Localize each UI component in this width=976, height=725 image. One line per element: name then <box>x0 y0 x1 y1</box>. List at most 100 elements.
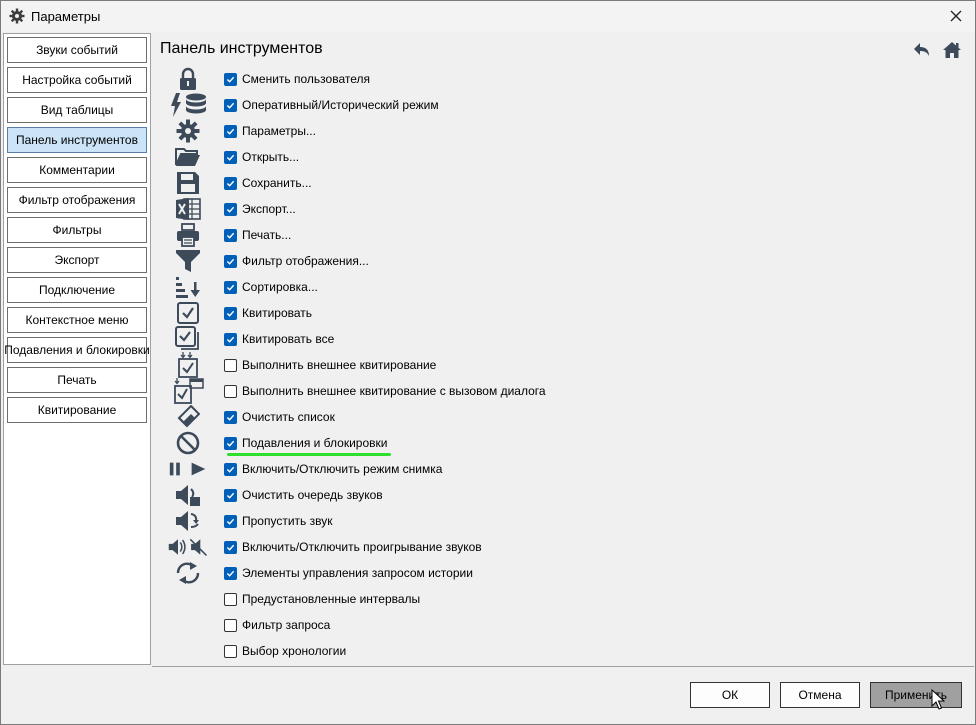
option-label: Выполнить внешнее квитирование <box>242 358 437 372</box>
back-icon[interactable] <box>912 40 932 60</box>
option-checkbox[interactable] <box>224 540 237 554</box>
option-label: Очистить список <box>242 410 335 424</box>
option-checkbox[interactable] <box>224 644 237 658</box>
toolbar-option-row[interactable]: Подавления и блокировки <box>224 433 387 453</box>
sidebar-item[interactable]: Квитирование <box>7 397 147 423</box>
toolbar-option-row[interactable]: Включить/Отключить режим снимка <box>224 459 442 479</box>
toolbar-option-row[interactable]: Выбор хронологии <box>224 641 346 661</box>
close-icon <box>950 10 962 22</box>
history-arrows-icon <box>168 561 208 585</box>
option-checkbox[interactable] <box>224 384 237 398</box>
mouse-cursor-icon <box>931 689 945 710</box>
cancel-button[interactable]: Отмена <box>780 682 860 708</box>
toolbar-option-row[interactable]: Сортировка... <box>224 277 318 297</box>
toolbar-option-row[interactable]: Экспорт... <box>224 199 296 219</box>
speaker-skip-icon <box>168 509 208 533</box>
gear-icon <box>168 119 208 143</box>
external-ack-dialog-icon <box>168 378 208 404</box>
toolbar-option-row[interactable]: Элементы управления запросом истории <box>224 563 473 583</box>
highlight-underline <box>227 453 391 456</box>
option-label: Включить/Отключить режим снимка <box>242 462 443 476</box>
option-checkbox[interactable] <box>224 618 237 632</box>
option-checkbox[interactable] <box>224 254 237 268</box>
settings-sidebar: Звуки событий Настройка событий Вид таблиц… <box>3 33 151 665</box>
toolbar-option-row[interactable]: Квитировать <box>224 303 312 323</box>
option-checkbox[interactable] <box>224 150 237 164</box>
toolbar-option-row[interactable]: Печать... <box>224 225 291 245</box>
option-checkbox[interactable] <box>224 124 237 138</box>
option-checkbox[interactable] <box>224 72 237 86</box>
close-button[interactable] <box>941 4 971 28</box>
toolbar-option-row[interactable]: Очистить список <box>224 407 335 427</box>
sidebar-item[interactable]: Панель инструментов <box>7 127 147 153</box>
option-label: Фильтр запроса <box>242 618 331 632</box>
sidebar-item[interactable]: Фильтры <box>7 217 147 243</box>
toolbar-option-row[interactable]: Фильтр отображения... <box>224 251 369 271</box>
sidebar-item[interactable]: Звуки событий <box>7 37 147 63</box>
option-label: Элементы управления запросом истории <box>242 566 473 580</box>
option-label: Параметры... <box>242 124 316 138</box>
option-checkbox[interactable] <box>224 592 237 606</box>
sidebar-item[interactable]: Экспорт <box>7 247 147 273</box>
prohibited-icon <box>168 431 208 455</box>
sort-descending-icon <box>168 275 208 299</box>
title-bar: Параметры <box>1 1 975 32</box>
sidebar-item[interactable]: Подключение <box>7 277 147 303</box>
sidebar-item[interactable]: Фильтр отображения <box>7 187 147 213</box>
option-checkbox[interactable] <box>224 280 237 294</box>
option-checkbox[interactable] <box>224 228 237 242</box>
option-label: Сменить пользователя <box>242 72 370 86</box>
option-checkbox[interactable] <box>224 202 237 216</box>
option-label: Включить/Отключить проигрывание звуков <box>242 540 482 554</box>
check-box-icon <box>168 301 208 325</box>
toolbar-option-row[interactable]: Квитировать все <box>224 329 334 349</box>
sidebar-item[interactable]: Настройка событий <box>7 67 147 93</box>
option-label: Фильтр отображения... <box>242 254 369 268</box>
option-checkbox[interactable] <box>224 176 237 190</box>
option-label: Оперативный/Исторический режим <box>242 98 439 112</box>
sidebar-item[interactable]: Печать <box>7 367 147 393</box>
option-checkbox[interactable] <box>224 462 237 476</box>
toolbar-option-row[interactable]: Пропустить звук <box>224 511 332 531</box>
window-title: Параметры <box>31 9 101 24</box>
ok-button[interactable]: ОК <box>690 682 770 708</box>
sidebar-item[interactable]: Комментарии <box>7 157 147 183</box>
lightning-database-icon <box>168 93 208 117</box>
option-checkbox[interactable] <box>224 488 237 502</box>
toolbar-option-row[interactable]: Предустановленные интервалы <box>224 589 420 609</box>
option-checkbox[interactable] <box>224 358 237 372</box>
option-checkbox[interactable] <box>224 98 237 112</box>
option-checkbox[interactable] <box>224 436 237 450</box>
option-label: Сохранить... <box>242 176 312 190</box>
toolbar-option-row[interactable]: Фильтр запроса <box>224 615 330 635</box>
folder-open-icon <box>168 145 208 169</box>
toolbar-option-row[interactable]: Выполнить внешнее квитирование <box>224 355 436 375</box>
toolbar-option-row[interactable]: Очистить очередь звуков <box>224 485 383 505</box>
lock-icon <box>168 67 208 91</box>
option-label: Открыть... <box>242 150 300 164</box>
sidebar-item[interactable]: Вид таблицы <box>7 97 147 123</box>
sidebar-item[interactable]: Контекстное меню <box>7 307 147 333</box>
toolbar-option-row[interactable]: Выполнить внешнее квитирование с вызовом… <box>224 381 546 401</box>
toolbar-option-row[interactable]: Сменить пользователя <box>224 69 370 89</box>
page-title: Панель инструментов <box>160 40 323 57</box>
pause-play-icon <box>168 457 208 481</box>
option-checkbox[interactable] <box>224 306 237 320</box>
option-checkbox[interactable] <box>224 514 237 528</box>
option-checkbox[interactable] <box>224 566 237 580</box>
printer-icon <box>168 223 208 247</box>
option-checkbox[interactable] <box>224 332 237 346</box>
sidebar-item[interactable]: Подавления и блокировки <box>4 337 150 363</box>
toolbar-option-row[interactable]: Параметры... <box>224 121 316 141</box>
home-icon[interactable] <box>942 40 962 60</box>
option-label: Выполнить внешнее квитирование с вызовом… <box>242 384 546 398</box>
toolbar-option-row[interactable]: Сохранить... <box>224 173 312 193</box>
toolbar-option-row[interactable]: Открыть... <box>224 147 299 167</box>
option-label: Предустановленные интервалы <box>242 592 421 606</box>
toolbar-option-row[interactable]: Оперативный/Исторический режим <box>224 95 439 115</box>
speaker-mute-icon <box>168 535 208 559</box>
settings-window: Параметры Звуки событий Настройка событий… <box>0 0 976 725</box>
option-checkbox[interactable] <box>224 410 237 424</box>
toolbar-option-row[interactable]: Включить/Отключить проигрывание звуков <box>224 537 482 557</box>
apply-button[interactable]: Применить <box>870 682 962 708</box>
